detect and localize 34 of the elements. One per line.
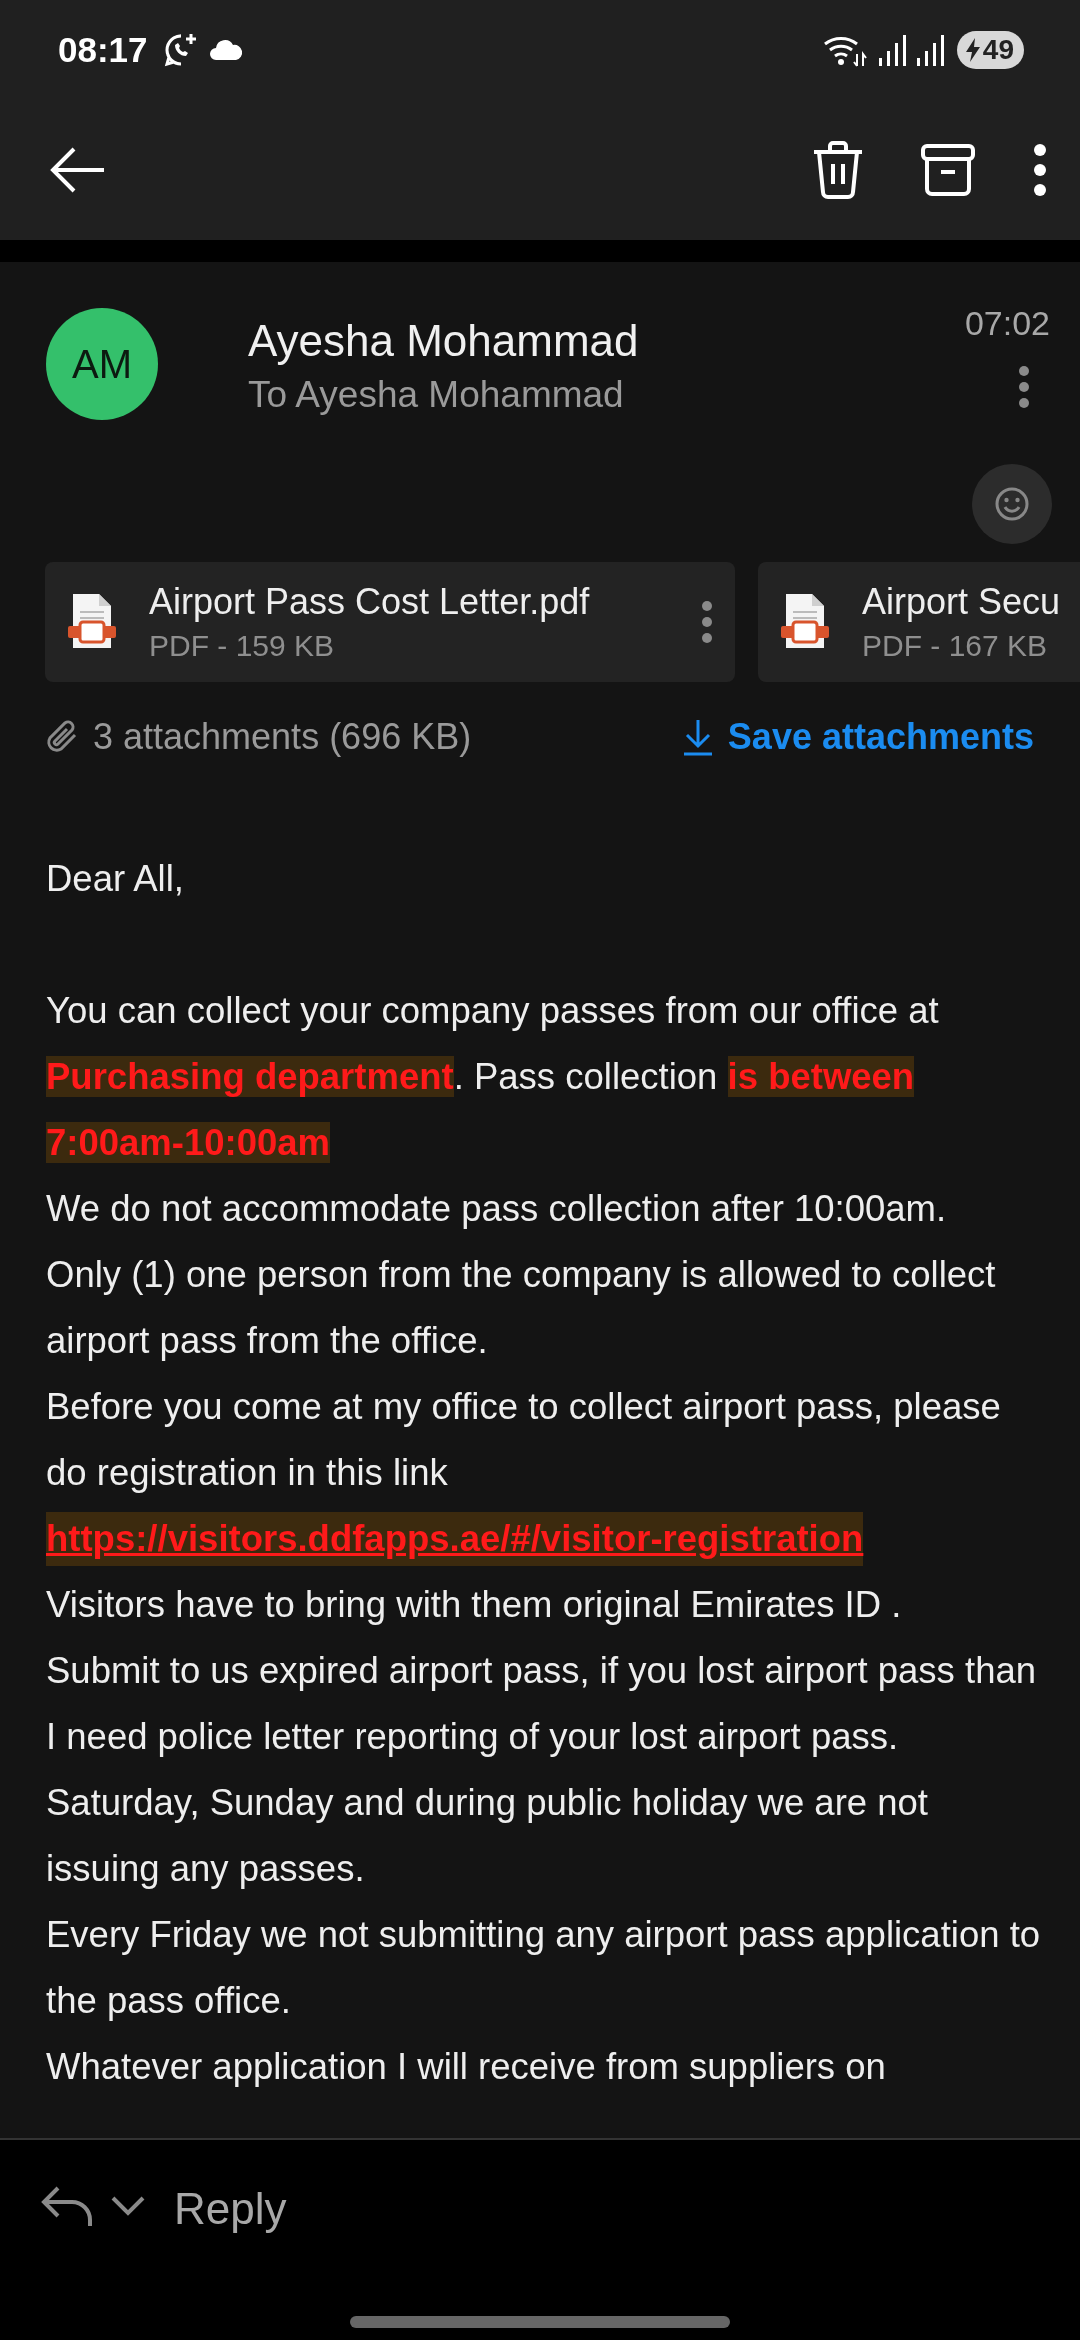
chevron-down-icon[interactable]	[110, 2194, 146, 2218]
body-text: Before you come at my office to collect airport pass, please do registration in this link	[46, 1385, 1002, 1495]
battery-indicator: 49	[956, 31, 1024, 69]
attachment-size: PDF - 159 KB	[149, 629, 336, 663]
message-time: 07:02	[964, 304, 1050, 343]
body-text: Only (1) one person from the company is allowed to collect airport pass from the office.	[46, 1253, 997, 1363]
attachment-name: Airport Pass Cost Letter.pdf	[149, 581, 591, 623]
attachment-size: PDF - 167 KB	[862, 629, 1049, 663]
body-text: Whatever application I will receive from suppliers on	[46, 2045, 887, 2089]
signal-icon	[914, 34, 945, 66]
attachment-card[interactable]: Airport Pass Cost Letter.pdf PDF - 159 KB	[45, 562, 735, 682]
body-text: Visitors have to bring with them original Emirates ID .	[46, 1583, 903, 1627]
sender-name: Ayesha Mohammad	[248, 316, 640, 366]
save-attachments-button[interactable]: Save attachments	[681, 716, 1034, 758]
attachment-more-button[interactable]	[701, 600, 713, 644]
reply-button[interactable]: Reply	[174, 2184, 287, 2234]
avatar: AM	[46, 308, 158, 420]
cloud-icon	[207, 38, 244, 62]
attachment-name: Airport Secu	[862, 581, 1062, 623]
signal-icon	[876, 34, 907, 66]
body-text: Every Friday we not submitting any airport pass application to the pass office.	[46, 1913, 1042, 2023]
recipient-line: To Ayesha Mohammad	[248, 374, 625, 416]
greeting-text: Dear All,	[46, 857, 185, 901]
download-icon	[681, 718, 714, 756]
message-more-button[interactable]	[1018, 365, 1030, 409]
registration-link[interactable]: https://visitors.ddfapps.ae/#/visitor-registration	[46, 1512, 864, 1566]
smiley-icon	[994, 486, 1030, 522]
body-text: We do not accommodate pass collection after 10:00am.	[46, 1187, 948, 1231]
attachments-summary: 3 attachments (696 KB)	[93, 716, 473, 758]
attachment-card[interactable]: Airport Secu PDF - 167 KB	[758, 562, 1080, 682]
body-text: Saturday, Sunday and during public holiday we are not issuing any passes.	[46, 1781, 929, 1891]
body-text: Submit to us expired airport pass, if you lost airport pass than I need police letter reporting of your lost airport pass.	[46, 1649, 1038, 1759]
clock: 08:17	[58, 30, 148, 70]
archive-button[interactable]	[920, 142, 976, 198]
